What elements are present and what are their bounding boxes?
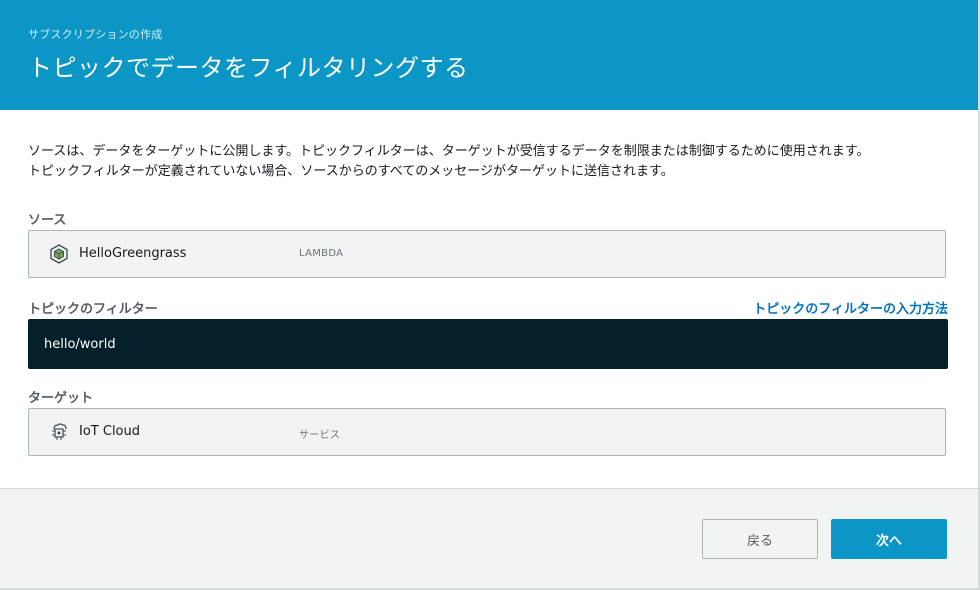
topic-filter-input[interactable] xyxy=(28,319,948,369)
subscription-wizard: サブスクリプションの作成 トピックでデータをフィルタリングする ソースは、データ… xyxy=(0,0,980,590)
source-box: HelloGreengrass LAMBDA xyxy=(28,230,946,278)
source-label: ソース xyxy=(28,213,67,228)
page-title: トピックでデータをフィルタリングする xyxy=(28,54,469,82)
description: ソースは、データをターゲットに公開します。トピックフィルターは、ターゲットが受信… xyxy=(28,142,958,182)
lambda-cube-icon xyxy=(48,243,70,265)
iot-cloud-chip-icon xyxy=(48,421,70,443)
back-button[interactable]: 戻る xyxy=(702,519,818,559)
description-line-2: トピックフィルターが定義されていない場合、ソースからのすべてのメッセージがターゲ… xyxy=(28,164,674,179)
breadcrumb: サブスクリプションの作成 xyxy=(28,28,163,41)
target-type: サービス xyxy=(299,430,341,441)
source-name: HelloGreengrass xyxy=(79,246,187,261)
source-type: LAMBDA xyxy=(299,248,344,259)
topic-filter-help-link[interactable]: トピックのフィルターの入力方法 xyxy=(753,298,948,317)
target-label: ターゲット xyxy=(28,391,94,406)
content-panel: ソースは、データをターゲットに公開します。トピックフィルターは、ターゲットが受信… xyxy=(0,110,978,488)
target-box: IoT Cloud サービス xyxy=(28,408,946,456)
page-header: サブスクリプションの作成 トピックでデータをフィルタリングする xyxy=(0,0,978,110)
target-name: IoT Cloud xyxy=(79,424,140,439)
next-button[interactable]: 次へ xyxy=(831,519,947,559)
topic-filter-label: トピックのフィルター xyxy=(28,302,158,317)
wizard-footer: 戻る 次へ xyxy=(0,488,978,588)
description-line-1: ソースは、データをターゲットに公開します。トピックフィルターは、ターゲットが受信… xyxy=(28,144,870,159)
